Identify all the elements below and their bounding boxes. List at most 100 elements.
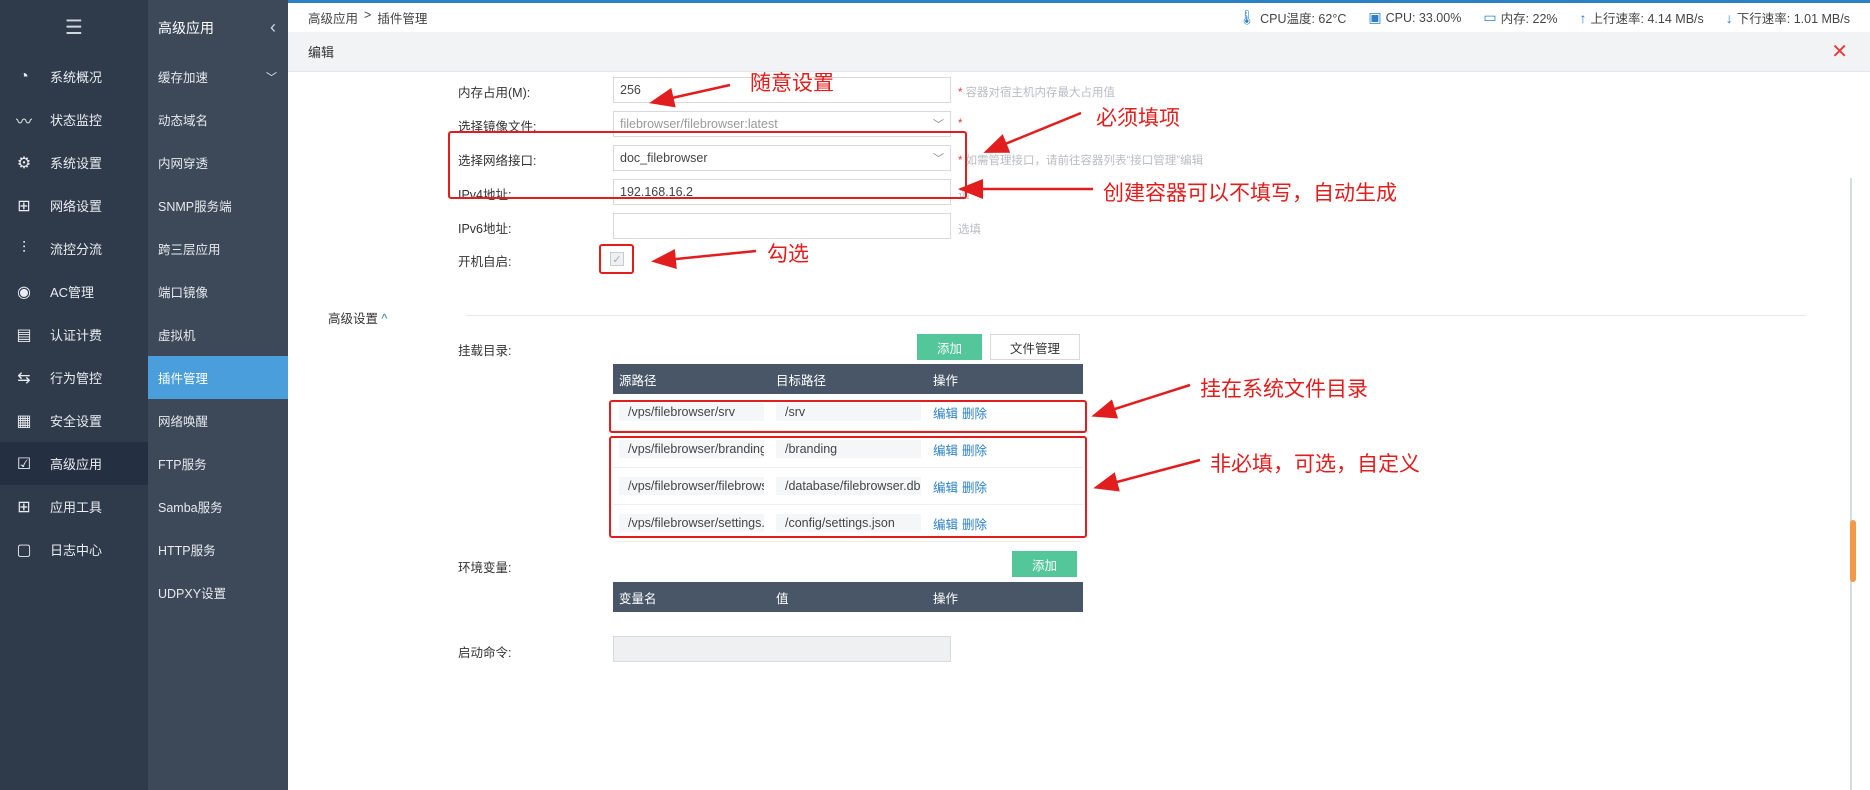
cmd-input[interactable] bbox=[613, 636, 951, 662]
stat-text: CPU: 33.00% bbox=[1385, 10, 1462, 25]
sidebar-item-label: 安全设置 bbox=[50, 414, 103, 429]
scrollbar-thumb[interactable] bbox=[1850, 520, 1856, 582]
subnav-item-1[interactable]: 动态域名 bbox=[148, 98, 288, 141]
annotation-text-2: 必须填项 bbox=[1096, 106, 1180, 130]
breadcrumb-current: 插件管理 bbox=[377, 12, 428, 26]
sidebar-item-label: 系统概况 bbox=[50, 70, 103, 85]
cmd-label: 启动命令: bbox=[458, 646, 512, 660]
sidebar-item-label: 日志中心 bbox=[50, 543, 103, 558]
sidebar-item-10[interactable]: ⊞ 应用工具 bbox=[0, 485, 148, 528]
annotation-text-1: 随意设置 bbox=[750, 71, 834, 95]
subnav-item-12[interactable]: UDPXY设置 bbox=[148, 571, 288, 614]
sliders-icon: ⫶ bbox=[21, 239, 26, 257]
add-mount-button[interactable]: 添加 bbox=[917, 334, 982, 360]
close-icon[interactable]: ✕ bbox=[1831, 39, 1848, 64]
stat-item: ▣ CPU: 33.00% bbox=[1368, 9, 1461, 26]
add-env-button[interactable]: 添加 bbox=[1012, 551, 1077, 577]
memory-hint: * 容器对宿主机内存最大占用值 bbox=[958, 87, 1115, 99]
arrow-2 bbox=[983, 111, 1082, 153]
subnav-item-label: SNMP服务端 bbox=[158, 200, 232, 214]
sidebar-item-label: AC管理 bbox=[50, 285, 95, 300]
sidebar-item-1[interactable]: 〰 状态监控 bbox=[0, 98, 148, 141]
col-actions: 操作 bbox=[933, 591, 959, 606]
env-table: 变量名 值 操作 bbox=[613, 582, 1083, 612]
sub-navigation: 高级应用 ‹ 缓存加速 ﹀ 动态域名 内网穿透 SNMP服务端 跨三层应用 端口镜像 虚拟机插… bbox=[148, 0, 288, 790]
subnav-item-10[interactable]: Samba服务 bbox=[148, 485, 288, 528]
sidebar-item-4[interactable]: ⫶ 流控分流 bbox=[0, 227, 148, 270]
annotation-text-3: 创建容器可以不填写，自动生成 bbox=[1103, 181, 1397, 205]
thermometer-icon: 🌡 bbox=[1238, 9, 1257, 25]
subnav-item-2[interactable]: 内网穿透 bbox=[148, 141, 288, 184]
sidebar-item-2[interactable]: ⚙ 系统设置 bbox=[0, 141, 148, 184]
subnav-item-7[interactable]: 插件管理 bbox=[148, 356, 288, 399]
sidebar-item-label: 网络设置 bbox=[50, 199, 103, 214]
wifi-ap-icon: ◉ bbox=[17, 283, 31, 301]
sidebar-item-0[interactable]: ◔ 系统概况 bbox=[0, 55, 148, 98]
arrow-4 bbox=[651, 249, 757, 269]
ipv6-input[interactable] bbox=[613, 213, 951, 239]
sidebar-item-8[interactable]: ▦ 安全设置 bbox=[0, 399, 148, 442]
subnav-item-label: FTP服务 bbox=[158, 458, 207, 472]
apps-icon: ⊞ bbox=[17, 498, 31, 516]
stat-text: CPU温度: 62°C bbox=[1260, 12, 1347, 26]
stat-text: 内存: 22% bbox=[1500, 12, 1558, 26]
sidebar-item-11[interactable]: ▢ 日志中心 bbox=[0, 528, 148, 571]
breadcrumb: 高级应用 > 插件管理 bbox=[308, 8, 427, 27]
breadcrumb-parent[interactable]: 高级应用 bbox=[308, 8, 358, 27]
main-sidebar: ☰ ◔ 系统概况〰 状态监控 ⚙ 系统设置 ⊞ 网络设置 ⫶ 流控分流 ◉ AC管理 ▤ 认证计费 ⇆ 行为… bbox=[0, 0, 148, 790]
collapse-chevron-icon[interactable]: ‹ bbox=[270, 17, 276, 38]
subnav-item-11[interactable]: HTTP服务 bbox=[148, 528, 288, 571]
chevron-down-icon: ﹀ bbox=[933, 119, 944, 131]
subnav-item-0[interactable]: 缓存加速 ﹀ bbox=[148, 55, 288, 98]
checklist-icon: ☑ bbox=[16, 455, 32, 473]
annotation-text-5: 挂在系统文件目录 bbox=[1200, 377, 1368, 401]
edit-form: 内存占用(M): 256 * 容器对宿主机内存最大占用值 选择镜像文件: file… bbox=[288, 71, 1870, 790]
pulse-icon: 〰 bbox=[15, 113, 32, 131]
arrow-6 bbox=[1093, 458, 1201, 492]
sidebar-item-label: 应用工具 bbox=[50, 500, 103, 515]
annotation-box-mount-rest bbox=[609, 436, 1087, 538]
sidebar-item-label: 流控分流 bbox=[50, 242, 103, 257]
sidebar-item-label: 系统设置 bbox=[50, 156, 103, 171]
stat-item: ↑ 上行速率: 4.14 MB/s bbox=[1580, 8, 1704, 27]
interface-hint: * 如需管理接口，请前往容器列表“接口管理”编辑 bbox=[958, 155, 1204, 167]
sidebar-item-6[interactable]: ▤ 认证计费 bbox=[0, 313, 148, 356]
subnav-item-9[interactable]: FTP服务 bbox=[148, 442, 288, 485]
ipv6-label: IPv6地址: bbox=[458, 222, 512, 236]
stat-item: ▭ 内存: 22% bbox=[1483, 8, 1557, 27]
section-divider bbox=[466, 315, 1806, 316]
col-target-path: 目标路径 bbox=[776, 373, 827, 388]
subnav-item-6[interactable]: 虚拟机 bbox=[148, 313, 288, 356]
file-manager-button[interactable]: 文件管理 bbox=[990, 334, 1080, 360]
menu-toggle-icon[interactable]: ☰ bbox=[0, 0, 148, 55]
annotation-box-checkbox bbox=[599, 244, 634, 274]
top-bar: 高级应用 > 插件管理 🌡 CPU温度: 62°C ▣ CPU: 33.00% ▭ 内存:… bbox=[288, 0, 1870, 32]
advanced-settings-toggle[interactable]: 高级设置 ^ bbox=[328, 308, 387, 327]
annotation-box-mount1 bbox=[609, 400, 1087, 433]
image-required-star: * bbox=[958, 118, 963, 130]
chevron-down-icon: ﹀ bbox=[266, 71, 277, 84]
gear-icon: ⚙ bbox=[16, 154, 32, 172]
subnav-item-label: 端口镜像 bbox=[158, 286, 209, 300]
sidebar-item-5[interactable]: ◉ AC管理 bbox=[0, 270, 148, 313]
sidebar-item-7[interactable]: ⇆ 行为管控 bbox=[0, 356, 148, 399]
subnav-item-label: 插件管理 bbox=[158, 372, 209, 386]
firewall-icon: ▦ bbox=[16, 412, 32, 430]
col-var-name: 变量名 bbox=[619, 591, 657, 606]
subnav-item-4[interactable]: 跨三层应用 bbox=[148, 227, 288, 270]
subnav-item-label: HTTP服务 bbox=[158, 544, 216, 558]
upload-arrow-icon: ↑ bbox=[1579, 9, 1587, 26]
advanced-label: 高级设置 bbox=[328, 312, 379, 326]
subnav-item-label: 虚拟机 bbox=[158, 329, 196, 343]
arrow-5 bbox=[1091, 383, 1191, 419]
scrollbar-track[interactable] bbox=[1850, 178, 1852, 790]
sidebar-item-3[interactable]: ⊞ 网络设置 bbox=[0, 184, 148, 227]
log-file-icon: ▢ bbox=[16, 541, 32, 559]
ipv6-hint: 选填 bbox=[958, 224, 981, 236]
subnav-item-8[interactable]: 网络唤醒 bbox=[148, 399, 288, 442]
annotation-box-required bbox=[448, 131, 967, 199]
sidebar-item-9[interactable]: ☑ 高级应用 bbox=[0, 442, 148, 485]
subnav-item-5[interactable]: 端口镜像 bbox=[148, 270, 288, 313]
subnav-item-3[interactable]: SNMP服务端 bbox=[148, 184, 288, 227]
dashboard-icon: ◔ bbox=[19, 67, 29, 85]
